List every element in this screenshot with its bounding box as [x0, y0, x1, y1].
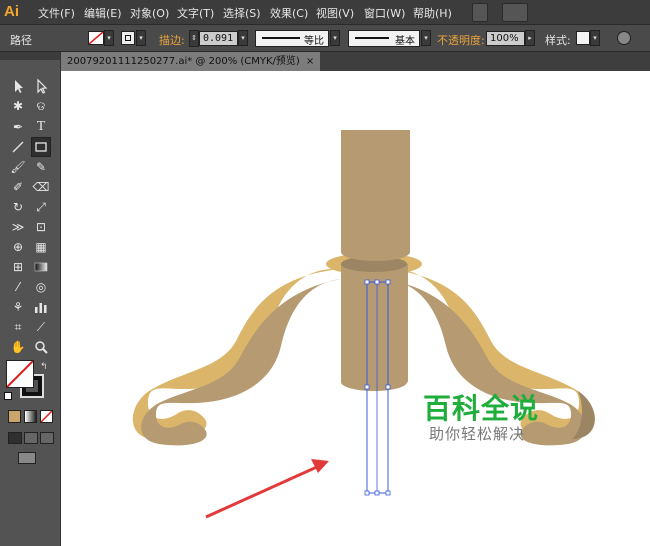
- document-tab-title: 20079201111250277.ai* @ 200% (CMYK/预览): [67, 56, 300, 67]
- app-logo: Ai: [4, 3, 19, 20]
- stroke-square-icon: [125, 35, 131, 41]
- menu-effect[interactable]: 效果(C): [270, 5, 308, 21]
- graphic-style-swatch[interactable]: [576, 31, 590, 45]
- document-tab[interactable]: 20079201111250277.ai* @ 200% (CMYK/预览) ×: [61, 52, 321, 71]
- tools-panel: ✱ ଡ ✒ T 🖌 ✎ ✐ ⌫ ↻ ⤢ ≫ ⊡ ⊕ ▦ ⊞ ⁄ ◎ ⚘ ⌗ ⟋ …: [0, 52, 61, 546]
- type-tool-icon[interactable]: T: [32, 118, 50, 136]
- stroke-profile-dropdown[interactable]: ▾: [330, 30, 340, 46]
- style-label: 样式:: [545, 34, 571, 47]
- eyedropper-tool-icon[interactable]: ⁄: [9, 278, 27, 296]
- graphic-style-dropdown[interactable]: ▾: [590, 30, 600, 46]
- draw-inside-icon[interactable]: [40, 432, 54, 444]
- stroke-label[interactable]: 描边:: [159, 32, 185, 48]
- screen-mode-icon[interactable]: [18, 452, 36, 464]
- tools-panel-grip[interactable]: [0, 52, 60, 60]
- stroke-weight-stepper[interactable]: ⇕: [189, 30, 199, 47]
- none-slash-icon: [89, 32, 103, 44]
- none-slash-icon: [7, 361, 33, 387]
- watermark-title: 百科全说: [423, 392, 540, 425]
- left-leg: [132, 268, 341, 446]
- selection-tool-icon[interactable]: [9, 77, 27, 95]
- line-segment-tool-icon[interactable]: [9, 138, 27, 156]
- menu-bar: Ai 文件(F) 编辑(E) 对象(O) 文字(T) 选择(S) 效果(C) 视…: [0, 0, 650, 25]
- document-tab-bar: 20079201111250277.ai* @ 200% (CMYK/预览) ×: [61, 52, 650, 71]
- menu-file[interactable]: 文件(F): [38, 5, 75, 21]
- rotate-tool-icon[interactable]: ↻: [9, 198, 27, 216]
- control-bar: 路径 ▾ ▾ 描边: ⇕ 0.091 ▾ 等比 ▾ 基本 ▾ 不透明度: 100…: [0, 25, 650, 52]
- fill-dropdown[interactable]: ▾: [104, 30, 114, 46]
- scale-tool-icon[interactable]: ⤢: [32, 198, 50, 216]
- recolor-artwork-icon[interactable]: [617, 31, 631, 45]
- paintbrush-tool-icon[interactable]: 🖌: [9, 158, 27, 176]
- upper-column: [341, 130, 410, 252]
- pencil-tool-icon[interactable]: ✎: [32, 158, 50, 176]
- gradient-mode-icon[interactable]: [24, 410, 37, 423]
- free-transform-tool-icon[interactable]: ⊡: [32, 218, 50, 236]
- blend-tool-icon[interactable]: ◎: [32, 278, 50, 296]
- rectangle-tool-icon[interactable]: [31, 137, 51, 157]
- stroke-swatch[interactable]: [121, 31, 135, 45]
- brush-select[interactable]: 基本: [348, 30, 420, 47]
- direct-selection-tool-icon[interactable]: [32, 77, 50, 95]
- artboard-tool-icon[interactable]: ⌗: [9, 318, 27, 336]
- menu-view[interactable]: 视图(V): [316, 5, 354, 21]
- fill-color-box[interactable]: [6, 360, 34, 388]
- brush-dropdown[interactable]: ▾: [421, 30, 431, 46]
- annotation-arrow: [205, 459, 329, 519]
- menu-select[interactable]: 选择(S): [223, 5, 261, 21]
- opacity-label[interactable]: 不透明度:: [437, 32, 485, 48]
- selection-type-label: 路径: [10, 34, 32, 47]
- bridge-icon[interactable]: [472, 3, 488, 22]
- brush-value: 基本: [395, 36, 415, 47]
- zoom-tool-icon[interactable]: [32, 338, 50, 356]
- pen-tool-icon[interactable]: ✒: [9, 118, 27, 136]
- perspective-grid-tool-icon[interactable]: ▦: [32, 238, 50, 256]
- width-tool-icon[interactable]: ≫: [9, 218, 27, 236]
- stroke-weight-input[interactable]: 0.091: [199, 31, 238, 46]
- fill-swatch[interactable]: [88, 31, 104, 45]
- color-mode-icon[interactable]: [8, 410, 21, 423]
- menu-object[interactable]: 对象(O): [130, 5, 169, 21]
- shape-builder-tool-icon[interactable]: ⊕: [9, 238, 27, 256]
- stroke-profile-line: [262, 37, 300, 39]
- none-mode-icon[interactable]: [40, 410, 53, 423]
- lasso-tool-icon[interactable]: ଡ: [32, 97, 50, 115]
- draw-normal-icon[interactable]: [8, 432, 22, 444]
- close-tab-icon[interactable]: ×: [306, 56, 314, 67]
- swap-fill-stroke-icon[interactable]: ↰: [40, 362, 48, 372]
- menu-edit[interactable]: 编辑(E): [84, 5, 122, 21]
- blob-brush-tool-icon[interactable]: ✐: [9, 178, 27, 196]
- draw-behind-icon[interactable]: [24, 432, 38, 444]
- arrange-documents-icon[interactable]: [502, 3, 528, 22]
- gradient-tool-icon[interactable]: [32, 258, 50, 276]
- stroke-weight-dropdown[interactable]: ▾: [238, 30, 248, 46]
- eraser-tool-icon[interactable]: ⌫: [32, 178, 50, 196]
- slice-tool-icon[interactable]: ⟋: [32, 318, 50, 336]
- stroke-profile-value: 等比: [304, 36, 324, 47]
- mesh-tool-icon[interactable]: ⊞: [9, 258, 27, 276]
- hand-tool-icon[interactable]: ✋: [9, 338, 27, 356]
- opacity-dropdown[interactable]: ▸: [525, 30, 535, 46]
- default-colors-icon[interactable]: [4, 392, 12, 400]
- stroke-profile-select[interactable]: 等比: [255, 30, 329, 47]
- brush-line: [355, 37, 389, 39]
- magic-wand-tool-icon[interactable]: ✱: [9, 97, 27, 115]
- fill-stroke-control[interactable]: ↰: [4, 360, 48, 404]
- menu-type[interactable]: 文字(T): [177, 5, 214, 21]
- column-graph-tool-icon[interactable]: [32, 298, 50, 316]
- opacity-input[interactable]: 100%: [486, 31, 525, 46]
- artboard-canvas[interactable]: [61, 71, 650, 546]
- symbol-sprayer-tool-icon[interactable]: ⚘: [9, 298, 27, 316]
- stroke-color-dropdown[interactable]: ▾: [136, 30, 146, 46]
- menu-window[interactable]: 窗口(W): [364, 5, 405, 21]
- menu-help[interactable]: 帮助(H): [413, 5, 452, 21]
- artwork: [132, 130, 595, 519]
- watermark-subtitle: 助你轻松解决: [429, 425, 526, 443]
